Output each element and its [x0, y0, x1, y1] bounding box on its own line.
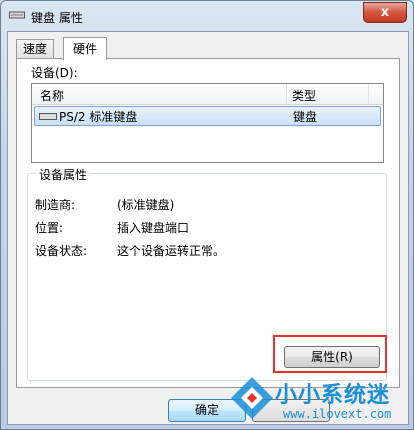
keyboard-device-icon — [39, 113, 57, 120]
watermark-brand: 小小系统迷 — [275, 383, 391, 408]
group-title: 设备属性 — [36, 166, 91, 183]
close-button[interactable]: x — [363, 2, 407, 23]
list-header: 名称 类型 — [32, 84, 383, 105]
device-status-value: 这个设备运转正常。 — [117, 244, 226, 258]
location-label: 位置: — [35, 221, 64, 235]
column-header-type[interactable]: 类型 — [292, 87, 316, 104]
device-status-label: 设备状态: — [35, 244, 88, 258]
devices-label: 设备(D): — [31, 66, 78, 80]
device-name: PS/2 标准键盘 — [59, 110, 138, 124]
watermark-url: www.ilovext.com — [283, 407, 392, 421]
brand-logo-icon — [231, 377, 273, 419]
column-header-name[interactable]: 名称 — [40, 87, 64, 104]
column-divider[interactable] — [286, 84, 287, 104]
tab-hardware[interactable]: 硬件 — [63, 37, 108, 60]
watermark: 小小系统迷 www.ilovext.com — [229, 375, 409, 429]
device-type: 键盘 — [293, 110, 318, 124]
table-row[interactable]: PS/2 标准键盘 键盘 — [34, 106, 381, 126]
keyboard-icon — [9, 11, 25, 19]
device-list[interactable]: 名称 类型 PS/2 标准键盘 键盘 — [31, 83, 384, 163]
column-divider[interactable] — [368, 84, 369, 104]
manufacturer-value: (标准键盘) — [117, 198, 175, 212]
properties-window: 键盘 属性 x 速度 硬件 设备(D): 名称 类型 PS/2 标准键盘 键盘 — [0, 0, 414, 430]
manufacturer-label: 制造商: — [35, 198, 76, 212]
dialog-body: 速度 硬件 设备(D): 名称 类型 PS/2 标准键盘 键盘 设备属性 制造商… — [7, 31, 409, 425]
location-value: 插入键盘端口 — [117, 221, 190, 235]
tab-speed[interactable]: 速度 — [16, 39, 55, 59]
window-title: 键盘 属性 — [31, 11, 83, 25]
title-bar[interactable]: 键盘 属性 x — [1, 1, 413, 31]
highlight-box — [273, 335, 387, 373]
